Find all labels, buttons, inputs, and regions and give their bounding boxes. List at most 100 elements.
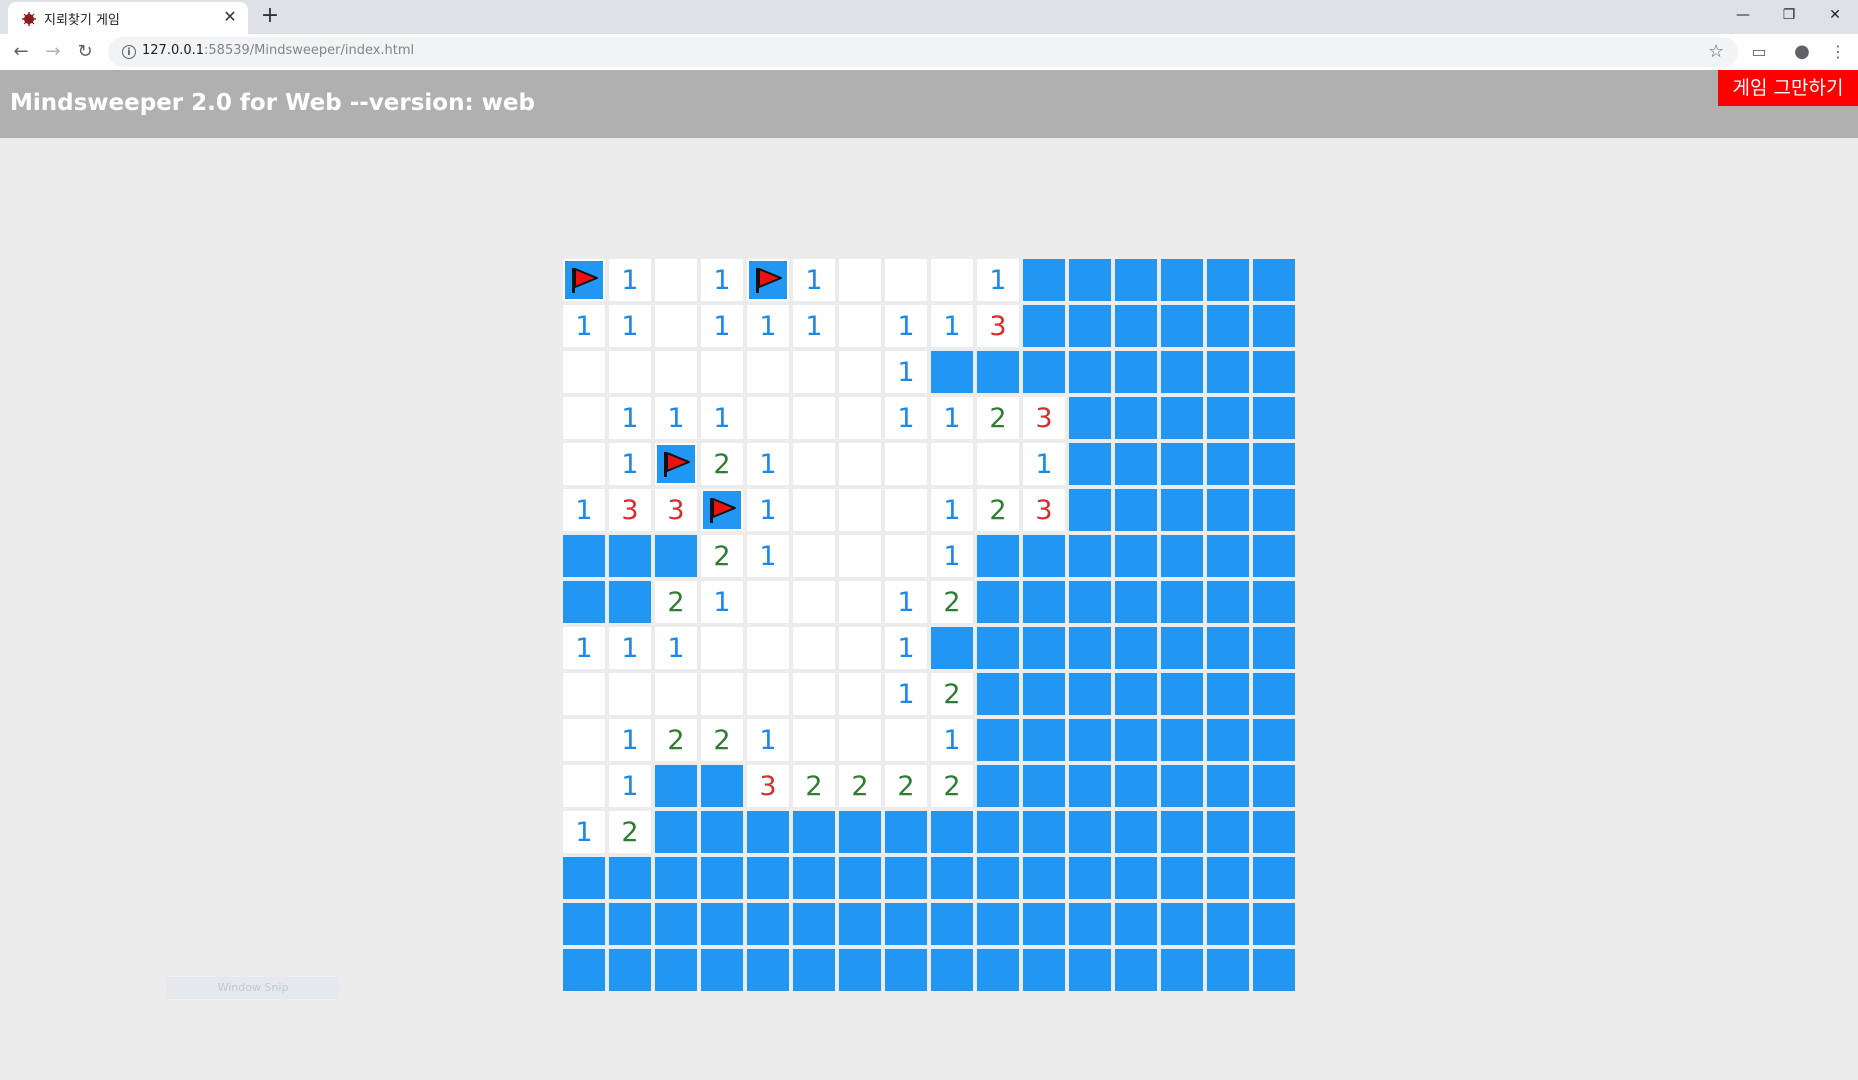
cell-empty[interactable] bbox=[793, 581, 835, 623]
cell-hidden[interactable] bbox=[1069, 305, 1111, 347]
cell-hidden[interactable] bbox=[1207, 673, 1249, 715]
cell-hidden[interactable] bbox=[977, 765, 1019, 807]
cell-number[interactable]: 1 bbox=[701, 581, 743, 623]
cell-hidden[interactable] bbox=[1207, 949, 1249, 991]
cell-hidden[interactable] bbox=[1207, 305, 1249, 347]
cell-empty[interactable] bbox=[655, 673, 697, 715]
cell-hidden[interactable] bbox=[1023, 259, 1065, 301]
cell-hidden[interactable] bbox=[1207, 581, 1249, 623]
cell-hidden[interactable] bbox=[1253, 259, 1295, 301]
address-bar[interactable]: i 127.0.0.1:58539/Mindsweeper/index.html… bbox=[108, 37, 1738, 67]
new-tab-icon[interactable]: + bbox=[258, 4, 282, 28]
cell-hidden[interactable] bbox=[1023, 765, 1065, 807]
cell-number[interactable]: 1 bbox=[609, 305, 651, 347]
cell-hidden[interactable] bbox=[1253, 581, 1295, 623]
cell-empty[interactable] bbox=[839, 719, 881, 761]
cell-hidden[interactable] bbox=[1161, 857, 1203, 899]
cell-number[interactable]: 2 bbox=[931, 581, 973, 623]
cell-hidden[interactable] bbox=[1253, 305, 1295, 347]
cell-hidden[interactable] bbox=[1069, 949, 1111, 991]
cell-empty[interactable] bbox=[701, 673, 743, 715]
cell-number[interactable]: 2 bbox=[931, 673, 973, 715]
cell-hidden[interactable] bbox=[701, 765, 743, 807]
cell-hidden[interactable] bbox=[1207, 397, 1249, 439]
cell-hidden[interactable] bbox=[747, 949, 789, 991]
cell-empty[interactable] bbox=[793, 535, 835, 577]
menu-dots-icon[interactable]: ⋮ bbox=[1826, 40, 1850, 64]
cell-hidden[interactable] bbox=[977, 535, 1019, 577]
cell-hidden[interactable] bbox=[701, 903, 743, 945]
cell-hidden[interactable] bbox=[1115, 259, 1157, 301]
cell-hidden[interactable] bbox=[563, 857, 605, 899]
cell-number[interactable]: 2 bbox=[701, 443, 743, 485]
cell-hidden[interactable] bbox=[1115, 305, 1157, 347]
cell-hidden[interactable] bbox=[1161, 397, 1203, 439]
cell-hidden[interactable] bbox=[701, 949, 743, 991]
cell-empty[interactable] bbox=[563, 443, 605, 485]
cell-hidden[interactable] bbox=[1253, 443, 1295, 485]
cell-empty[interactable] bbox=[609, 673, 651, 715]
cell-number[interactable]: 1 bbox=[609, 397, 651, 439]
cell-hidden[interactable] bbox=[655, 857, 697, 899]
cell-hidden[interactable] bbox=[793, 949, 835, 991]
cell-hidden[interactable] bbox=[655, 903, 697, 945]
cell-hidden[interactable] bbox=[1069, 581, 1111, 623]
cell-hidden[interactable] bbox=[1161, 719, 1203, 761]
cell-empty[interactable] bbox=[839, 259, 881, 301]
cell-hidden[interactable] bbox=[747, 857, 789, 899]
cell-hidden[interactable] bbox=[1253, 857, 1295, 899]
cell-hidden[interactable] bbox=[1115, 535, 1157, 577]
cell-empty[interactable] bbox=[655, 305, 697, 347]
cell-hidden[interactable] bbox=[1069, 535, 1111, 577]
cell-empty[interactable] bbox=[793, 489, 835, 531]
cell-number[interactable]: 1 bbox=[1023, 443, 1065, 485]
cell-hidden[interactable] bbox=[1253, 397, 1295, 439]
cell-empty[interactable] bbox=[839, 397, 881, 439]
cell-hidden[interactable] bbox=[1253, 719, 1295, 761]
cell-number[interactable]: 1 bbox=[747, 443, 789, 485]
cell-hidden[interactable] bbox=[563, 535, 605, 577]
cell-number[interactable]: 1 bbox=[931, 305, 973, 347]
cell-number[interactable]: 1 bbox=[701, 305, 743, 347]
cell-hidden[interactable] bbox=[1023, 811, 1065, 853]
cell-hidden[interactable] bbox=[1253, 489, 1295, 531]
cell-hidden[interactable] bbox=[1115, 443, 1157, 485]
cell-number[interactable]: 3 bbox=[655, 489, 697, 531]
cell-number[interactable]: 1 bbox=[931, 535, 973, 577]
cell-hidden[interactable] bbox=[609, 857, 651, 899]
cell-number[interactable]: 1 bbox=[747, 535, 789, 577]
cell-hidden[interactable] bbox=[701, 811, 743, 853]
cell-number[interactable]: 2 bbox=[655, 581, 697, 623]
cell-hidden[interactable] bbox=[1069, 903, 1111, 945]
cell-hidden[interactable] bbox=[1069, 259, 1111, 301]
cell-hidden[interactable] bbox=[655, 949, 697, 991]
cell-number[interactable]: 1 bbox=[793, 259, 835, 301]
cell-hidden[interactable] bbox=[1023, 305, 1065, 347]
cell-empty[interactable] bbox=[931, 259, 973, 301]
cell-hidden[interactable] bbox=[1253, 903, 1295, 945]
cell-flagged[interactable] bbox=[563, 259, 605, 301]
cell-empty[interactable] bbox=[793, 397, 835, 439]
cell-hidden[interactable] bbox=[1023, 903, 1065, 945]
cell-empty[interactable] bbox=[701, 351, 743, 393]
cell-hidden[interactable] bbox=[977, 857, 1019, 899]
cell-hidden[interactable] bbox=[931, 903, 973, 945]
cell-number[interactable]: 1 bbox=[609, 627, 651, 669]
cell-number[interactable]: 1 bbox=[655, 627, 697, 669]
cell-hidden[interactable] bbox=[931, 857, 973, 899]
cell-hidden[interactable] bbox=[1253, 673, 1295, 715]
cell-number[interactable]: 1 bbox=[931, 719, 973, 761]
cell-hidden[interactable] bbox=[1023, 351, 1065, 393]
cell-number[interactable]: 1 bbox=[563, 811, 605, 853]
cell-hidden[interactable] bbox=[885, 949, 927, 991]
cell-empty[interactable] bbox=[839, 489, 881, 531]
cell-flagged[interactable] bbox=[655, 443, 697, 485]
cell-hidden[interactable] bbox=[1161, 305, 1203, 347]
cell-hidden[interactable] bbox=[1207, 535, 1249, 577]
cell-hidden[interactable] bbox=[1207, 259, 1249, 301]
cell-hidden[interactable] bbox=[1069, 351, 1111, 393]
cell-hidden[interactable] bbox=[839, 903, 881, 945]
cell-empty[interactable] bbox=[793, 719, 835, 761]
cell-hidden[interactable] bbox=[563, 949, 605, 991]
cell-number[interactable]: 3 bbox=[609, 489, 651, 531]
